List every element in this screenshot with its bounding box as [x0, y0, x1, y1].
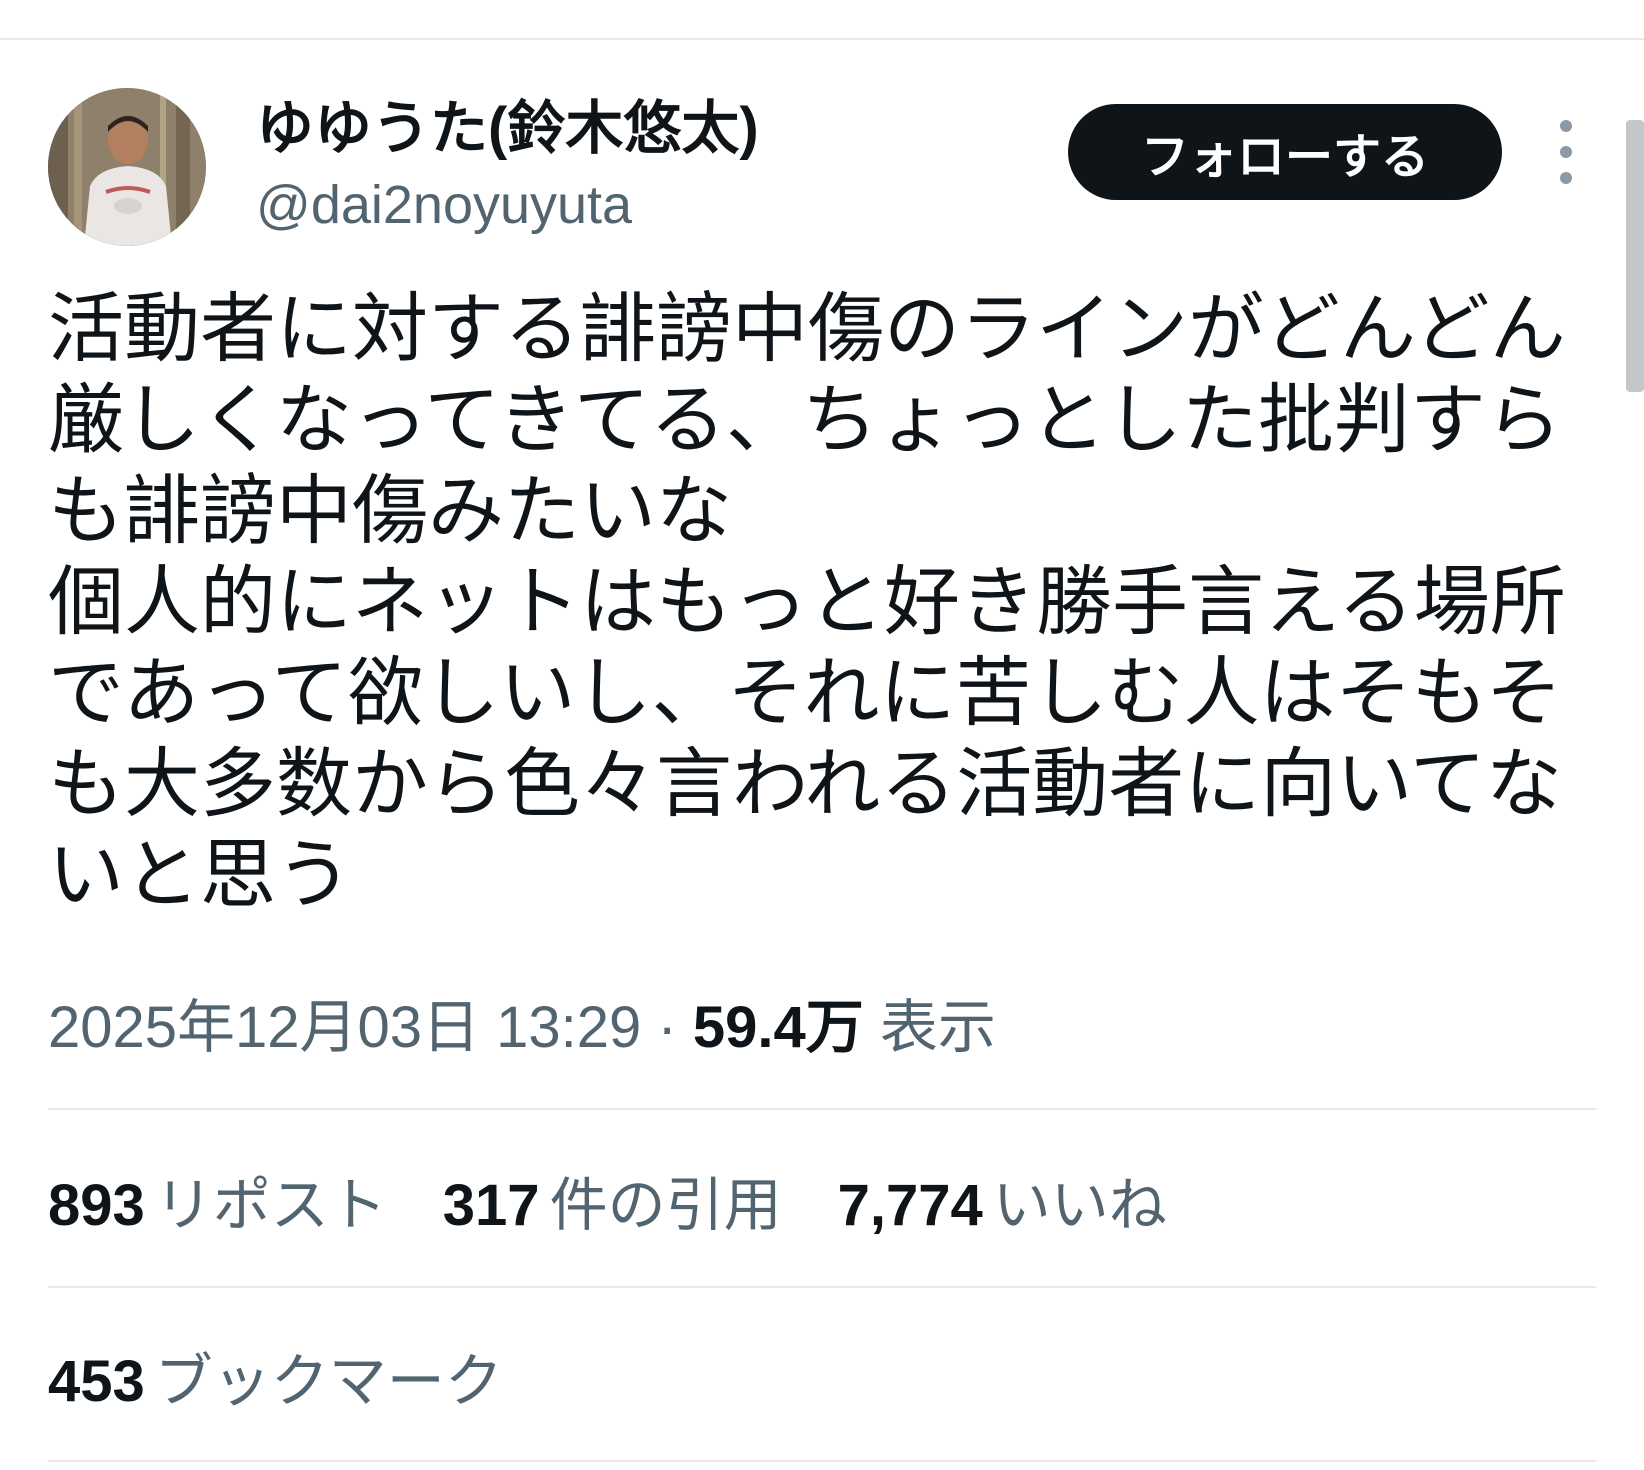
likes-stat[interactable]: 7,774 いいね: [838, 1168, 1167, 1244]
reposts-stat[interactable]: 893 リポスト: [48, 1168, 387, 1244]
follow-button[interactable]: フォローする: [1068, 104, 1502, 200]
scrollbar-thumb[interactable]: [1626, 120, 1644, 392]
tweet-text: 活動者に対する誹謗中傷のラインがどんどん 厳しくなってきてる、ちょっとした批判す…: [48, 284, 1608, 921]
bookmarks-count: 453: [48, 1349, 145, 1414]
tweet-text-line: いと思う: [48, 833, 352, 918]
quotes-label: 件の引用: [549, 1173, 782, 1238]
views-count: 59.4万: [692, 995, 864, 1060]
tweet-meta: 2025年12月03日 13:29 · 59.4万 表示: [48, 988, 996, 1068]
meta-separator: ·: [657, 995, 677, 1060]
tweet-text-line: 個人的にネットはもっと好き勝手言える場所: [48, 560, 1566, 645]
likes-count: 7,774: [837, 1173, 983, 1238]
quotes-count: 317: [442, 1173, 540, 1238]
divider: [48, 1286, 1596, 1288]
divider: [48, 1108, 1596, 1110]
top-divider: [0, 38, 1644, 40]
bookmarks-label: ブックマーク: [154, 1349, 503, 1414]
tweet-text-line: 活動者に対する誹謗中傷のラインがどんどん: [48, 287, 1566, 372]
vertical-ellipsis-icon: [1560, 172, 1572, 184]
likes-label: いいね: [992, 1173, 1167, 1238]
tweet-text-line: も誹謗中傷みたいな: [48, 469, 732, 554]
views-label: 表示: [879, 995, 996, 1060]
reposts-count: 893: [48, 1173, 145, 1238]
tweet-text-line: であって欲しいし、それに苦しむ人はそもそ: [48, 651, 1562, 736]
more-options-button[interactable]: [1546, 120, 1586, 184]
engagement-stats: 893 リポスト 317 件の引用 7,774 いいね: [48, 1168, 1167, 1244]
vertical-ellipsis-icon: [1560, 146, 1572, 158]
user-avatar-photo-icon: [48, 88, 206, 246]
tweet-timestamp[interactable]: 2025年12月03日 13:29: [48, 995, 641, 1060]
bookmarks-stat[interactable]: 453 ブックマーク: [48, 1344, 503, 1420]
divider: [48, 1460, 1596, 1462]
reposts-label: リポスト: [154, 1173, 387, 1238]
quotes-stat[interactable]: 317 件の引用: [443, 1168, 782, 1244]
author-handle[interactable]: @dai2noyuyuta: [256, 170, 632, 240]
tweet-text-line: 厳しくなってきてる、ちょっとした批判すら: [48, 378, 1562, 463]
author-display-name[interactable]: ゆゆうた(鈴木悠太): [256, 92, 759, 166]
tweet-text-line: も大多数から色々言われる活動者に向いてな: [48, 742, 1562, 827]
vertical-ellipsis-icon: [1560, 120, 1572, 132]
author-avatar[interactable]: [48, 88, 206, 246]
